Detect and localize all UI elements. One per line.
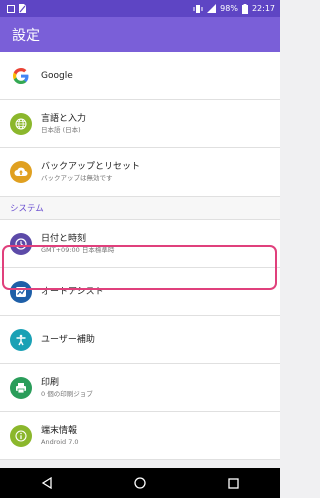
settings-list: Google 言語と入力 日本語 (日本) バックアップとリセット バックアップ… [0,52,280,460]
settings-item-device-info[interactable]: 端末情報 Android 7.0 [0,412,280,460]
info-icon [10,424,32,447]
settings-item-print[interactable]: 印刷 0 個の印刷ジョブ [0,364,280,412]
cloud-upload-icon [10,161,32,183]
settings-item-title: 端末情報 [41,425,78,436]
print-icon [10,376,32,399]
auto-assist-icon [10,280,32,303]
back-button[interactable] [27,468,67,498]
settings-item-google[interactable]: Google [0,52,280,100]
google-icon [10,65,32,87]
recents-square-icon [228,477,239,489]
vibrate-icon [193,4,203,13]
settings-item-language-input[interactable]: 言語と入力 日本語 (日本) [0,100,280,148]
app-bar: 設定 [0,17,280,52]
notification-square-icon [7,4,15,13]
clock-icon [10,232,32,255]
settings-item-title: 印刷 [41,377,60,388]
navigation-bar [0,468,280,498]
battery-icon [241,3,248,14]
settings-item-subtitle: 日本語 (日本) [41,125,81,134]
settings-item-title: バックアップとリセット [41,162,141,172]
section-header-system: システム [0,196,280,220]
back-triangle-icon [41,477,52,489]
signal-icon [207,4,217,13]
settings-item-backup-reset[interactable]: バックアップとリセット バックアップは無効です [0,148,280,196]
settings-item-title: 言語と入力 [41,113,87,124]
battery-percent: 98% [220,4,238,13]
settings-item-date-time[interactable]: 日付と時刻 GMT+09:00 日本標準時 [0,220,280,268]
section-label: システム [10,204,44,214]
page-title: 設定 [12,27,40,44]
home-button[interactable] [120,468,160,498]
home-circle-icon [134,477,146,489]
settings-item-title: オートアシスト [41,286,104,297]
settings-item-subtitle: 0 個の印刷ジョブ [41,389,93,398]
sim-card-icon [19,4,26,13]
settings-item-subtitle: Android 7.0 [41,437,79,446]
status-bar: 98% 22:17 [0,0,280,17]
settings-item-subtitle: GMT+09:00 日本標準時 [41,245,115,254]
settings-item-auto-assist[interactable]: オートアシスト [0,268,280,316]
settings-item-accessibility[interactable]: ユーザー補助 [0,316,280,364]
settings-item-title: 日付と時刻 [41,233,87,244]
clock-time: 22:17 [251,4,275,13]
settings-item-title: Google [41,70,73,81]
recents-button[interactable] [213,468,253,498]
globe-icon [10,112,32,135]
accessibility-icon [10,328,32,351]
settings-item-title: ユーザー補助 [41,334,95,345]
settings-item-subtitle: バックアップは無効です [41,174,113,182]
